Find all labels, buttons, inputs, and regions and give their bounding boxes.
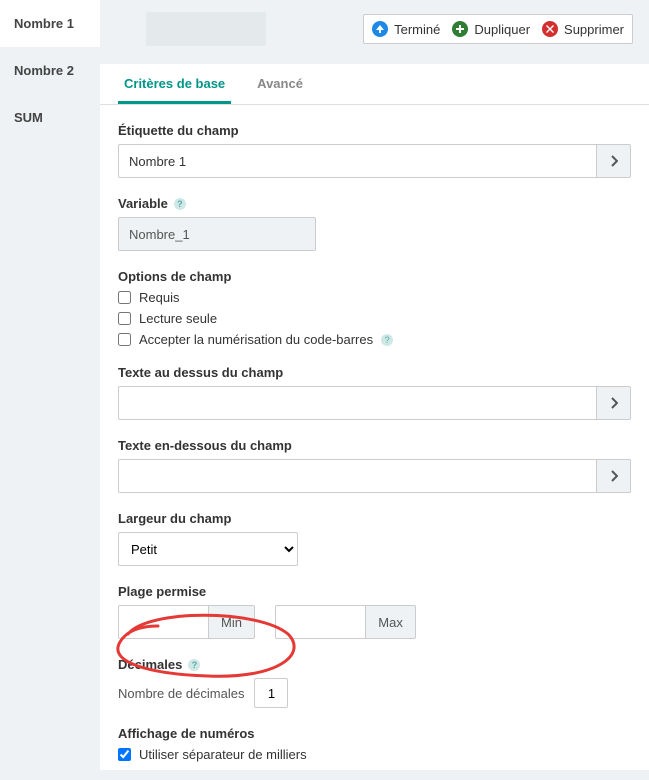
duplicate-label: Dupliquer bbox=[474, 22, 530, 37]
display-title: Affichage de numéros bbox=[118, 726, 631, 741]
sidebar-item-nombre-2[interactable]: Nombre 2 bbox=[0, 47, 100, 94]
required-checkbox[interactable] bbox=[118, 291, 131, 304]
decimals-input[interactable] bbox=[254, 678, 288, 708]
thousands-example: Par ex. 1 000 bbox=[140, 768, 631, 770]
arrow-up-icon bbox=[372, 21, 388, 37]
text-below-title: Texte en-dessous du champ bbox=[118, 438, 631, 453]
top-actions: Terminé Dupliquer Supprimer bbox=[363, 14, 633, 44]
range-title: Plage permise bbox=[118, 584, 631, 599]
thousands-option[interactable]: Utiliser séparateur de milliers bbox=[118, 747, 631, 762]
range-max-input[interactable] bbox=[275, 605, 365, 639]
main-area: Terminé Dupliquer Supprimer Critères bbox=[100, 0, 649, 780]
variable-title: Variable ? bbox=[118, 196, 631, 211]
sidebar: Nombre 1 Nombre 2 SUM bbox=[0, 0, 100, 780]
decimals-title: Décimales ? bbox=[118, 657, 631, 672]
help-icon: ? bbox=[188, 659, 200, 671]
thousands-checkbox[interactable] bbox=[118, 748, 131, 761]
variable-input bbox=[118, 217, 316, 251]
tab-basic[interactable]: Critères de base bbox=[118, 64, 231, 104]
tab-advanced[interactable]: Avancé bbox=[251, 64, 309, 104]
range-max-label: Max bbox=[365, 605, 416, 639]
text-below-input[interactable] bbox=[118, 459, 597, 493]
option-required[interactable]: Requis bbox=[118, 290, 631, 305]
barcode-checkbox[interactable] bbox=[118, 333, 131, 346]
range-min-input[interactable] bbox=[118, 605, 208, 639]
field-width-title: Largeur du champ bbox=[118, 511, 631, 526]
tabs: Critères de base Avancé bbox=[100, 64, 649, 105]
text-above-title: Texte au dessus du champ bbox=[118, 365, 631, 380]
close-icon bbox=[542, 21, 558, 37]
readonly-checkbox[interactable] bbox=[118, 312, 131, 325]
help-icon: ? bbox=[174, 198, 186, 210]
range-min-label: Min bbox=[208, 605, 255, 639]
decimals-label: Nombre de décimales bbox=[118, 686, 244, 701]
done-button[interactable]: Terminé bbox=[372, 21, 440, 37]
top-bar: Terminé Dupliquer Supprimer bbox=[100, 0, 649, 64]
option-barcode[interactable]: Accepter la numérisation du code-barres … bbox=[118, 332, 631, 347]
options-title: Options de champ bbox=[118, 269, 631, 284]
field-width-select[interactable]: Petit bbox=[118, 532, 298, 566]
field-type-placeholder bbox=[146, 12, 266, 46]
settings-panel: Étiquette du champ Variable ? Options bbox=[100, 105, 649, 770]
option-readonly[interactable]: Lecture seule bbox=[118, 311, 631, 326]
delete-button[interactable]: Supprimer bbox=[542, 21, 624, 37]
text-below-expand-button[interactable] bbox=[597, 459, 631, 493]
sidebar-item-nombre-1[interactable]: Nombre 1 bbox=[0, 0, 100, 47]
text-above-expand-button[interactable] bbox=[597, 386, 631, 420]
help-icon: ? bbox=[381, 334, 393, 346]
plus-icon bbox=[452, 21, 468, 37]
delete-label: Supprimer bbox=[564, 22, 624, 37]
field-label-title: Étiquette du champ bbox=[118, 123, 631, 138]
field-label-input[interactable] bbox=[118, 144, 597, 178]
text-above-input[interactable] bbox=[118, 386, 597, 420]
sidebar-item-sum[interactable]: SUM bbox=[0, 94, 100, 141]
field-label-expand-button[interactable] bbox=[597, 144, 631, 178]
done-label: Terminé bbox=[394, 22, 440, 37]
duplicate-button[interactable]: Dupliquer bbox=[452, 21, 530, 37]
range-separator: - bbox=[263, 615, 267, 630]
